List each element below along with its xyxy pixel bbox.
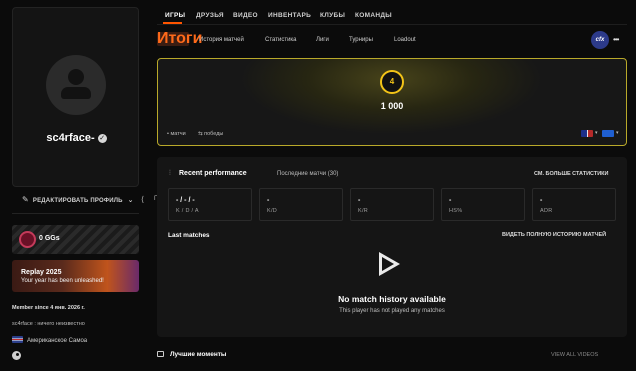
legend-matches[interactable]: • матчи bbox=[167, 131, 186, 137]
edit-profile-button[interactable]: ✎ РЕДАКТИРОВАТЬ ПРОФИЛЬ ⌄ bbox=[22, 195, 134, 204]
ggs-count: 0 GGs bbox=[39, 235, 60, 242]
pencil-icon: ✎ bbox=[22, 195, 29, 204]
chart-icon: ⫶ bbox=[169, 170, 171, 177]
performance-title: Recent performance bbox=[179, 170, 247, 177]
video-icon bbox=[157, 351, 164, 357]
more-stats-link[interactable]: СМ. БОЛЬШЕ СТАТИСТИКИ bbox=[534, 171, 608, 177]
legend-wins[interactable]: ⇆ победы bbox=[198, 131, 223, 137]
share-icon[interactable]: ⟨ bbox=[141, 195, 144, 204]
chevron-down-icon[interactable]: ▾ bbox=[595, 130, 598, 136]
stat-kda: - / - / - K / D / A bbox=[168, 188, 252, 221]
nav-clubs[interactable]: КЛУБЫ bbox=[320, 12, 345, 19]
performance-card: ⫶ Recent performance Последние матчи (30… bbox=[157, 157, 627, 337]
performance-subtitle: Последние матчи (30) bbox=[277, 171, 339, 177]
divider bbox=[12, 213, 139, 214]
tab-match-history[interactable]: История матчей bbox=[199, 37, 244, 43]
avatar-placeholder-icon bbox=[68, 69, 84, 85]
skill-level-badge: 4 bbox=[380, 70, 404, 94]
last-matches-title: Last matches bbox=[168, 232, 210, 239]
country-row: Американское Самоа bbox=[12, 336, 87, 344]
region-flag-icon[interactable] bbox=[581, 130, 593, 137]
game-logo[interactable]: cfx bbox=[591, 31, 609, 49]
chevron-down-icon[interactable]: ▾ bbox=[616, 130, 619, 136]
tab-tournaments[interactable]: Турниры bbox=[349, 37, 373, 43]
ggs-icon bbox=[19, 231, 36, 248]
nav-teams[interactable]: КОМАНДЫ bbox=[355, 12, 392, 19]
play-icon bbox=[379, 252, 400, 276]
ggs-banner[interactable]: 0 GGs bbox=[12, 225, 139, 254]
full-history-link[interactable]: ВИДЕТЬ ПОЛНУЮ ИСТОРИЮ МАТЧЕЙ bbox=[502, 232, 606, 238]
member-since: Member since 4 янв. 2026 г. bbox=[12, 305, 85, 311]
elo-card: 4 1 000 • матчи ⇆ победы ▾ ▾ bbox=[157, 58, 627, 146]
nav-games[interactable]: ИГРЫ bbox=[165, 12, 185, 19]
elo-value: 1 000 bbox=[380, 101, 404, 111]
verified-icon: ✓ bbox=[97, 134, 107, 143]
empty-state-subtitle: This player has not played any matches bbox=[339, 308, 445, 314]
replay-banner[interactable]: Replay 2025 Your year has been unleashed… bbox=[12, 260, 139, 292]
tab-summary[interactable]: Итоги bbox=[157, 31, 202, 47]
nav-inventory[interactable]: ИНВЕНТАРЬ bbox=[268, 12, 311, 19]
region-select-icon[interactable] bbox=[602, 130, 614, 137]
tab-statistics[interactable]: Статистика bbox=[265, 37, 297, 43]
username: sc4rface- ✓ bbox=[46, 132, 107, 144]
stat-kr: - K/R bbox=[350, 188, 434, 221]
more-options-icon[interactable]: ••• bbox=[613, 35, 619, 44]
stat-kd: - K/D bbox=[259, 188, 343, 221]
flag-icon bbox=[12, 336, 23, 343]
avatar[interactable] bbox=[46, 55, 106, 115]
nav-friends[interactable]: ДРУЗЬЯ bbox=[196, 12, 224, 19]
nav-videos[interactable]: ВИДЕО bbox=[233, 12, 258, 19]
steam-icon[interactable] bbox=[12, 351, 21, 360]
empty-state-title: No match history available bbox=[338, 294, 446, 304]
stat-hs: - HS% bbox=[441, 188, 525, 221]
highlights-title: Лучшие моменты bbox=[170, 351, 227, 358]
tab-loadout[interactable]: Loadout bbox=[394, 37, 416, 43]
view-all-videos-link[interactable]: VIEW ALL VIDEOS bbox=[551, 352, 598, 358]
profile-card: sc4rface- ✓ bbox=[12, 7, 139, 187]
chevron-down-icon: ⌄ bbox=[127, 197, 134, 204]
tab-leagues[interactable]: Лиги bbox=[316, 37, 329, 43]
replay-title: Replay 2025 bbox=[21, 269, 62, 276]
bio: sc4rface : ничего неизвестно bbox=[12, 321, 85, 327]
stat-adr: - ADR bbox=[532, 188, 616, 221]
replay-subtitle: Your year has been unleashed! bbox=[21, 278, 104, 284]
nav-divider bbox=[157, 24, 627, 25]
